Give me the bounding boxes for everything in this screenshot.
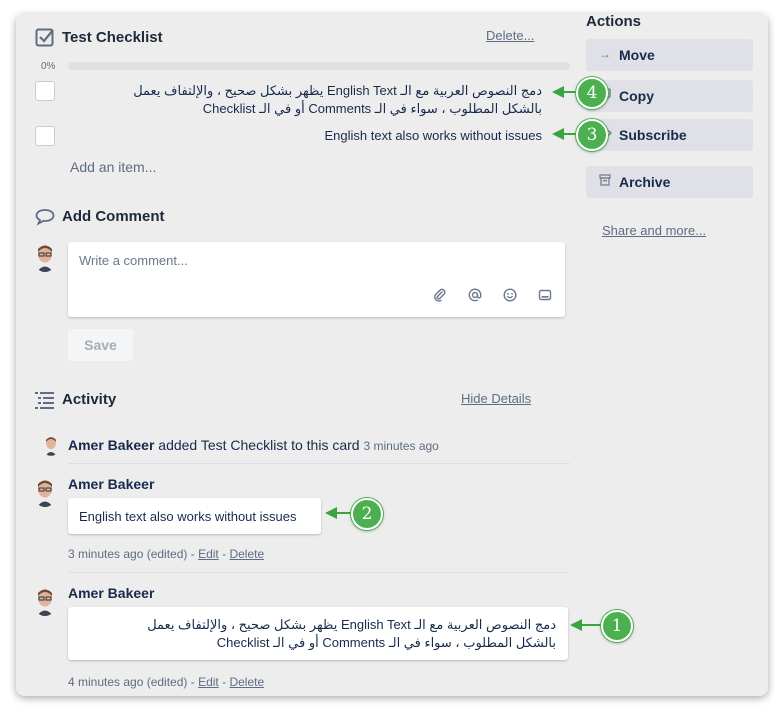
checklist-item-text-line: دمج النصوص العربية مع الـ English Text ي…: [133, 83, 542, 98]
comment-meta: 4 minutes ago (edited) - Edit - Delete: [68, 675, 265, 689]
share-and-more-link[interactable]: Share and more...: [602, 223, 706, 238]
comment-bubble: English text also works without issues: [68, 498, 321, 534]
comment-input[interactable]: Write a comment...: [68, 242, 565, 317]
callout-marker: 1: [601, 610, 633, 642]
checklist-item-checkbox[interactable]: [35, 81, 55, 101]
activity-author[interactable]: Amer Bakeer: [68, 437, 154, 453]
callout-marker: 3: [576, 119, 608, 151]
emoji-icon[interactable]: [502, 288, 518, 304]
edit-link[interactable]: Edit: [198, 675, 219, 689]
edit-link[interactable]: Edit: [198, 547, 219, 561]
activity-entry: Amer Bakeer added Test Checklist to this…: [68, 437, 439, 453]
checklist-item-text[interactable]: English text also works without issues: [200, 127, 542, 145]
mention-icon[interactable]: [467, 288, 483, 304]
checklist-icon: [35, 28, 54, 47]
comment-timestamp[interactable]: 4 minutes ago (edited): [68, 675, 187, 689]
callout-marker: 2: [351, 498, 383, 530]
copy-button-label: Copy: [619, 88, 654, 104]
comment-text: English text also works without issues: [79, 509, 297, 524]
comment-text-line: بالشكل المطلوب ، سواء في الـ Comments أو…: [216, 635, 556, 650]
checklist-progress-bar: [68, 62, 570, 70]
checklist-item-checkbox[interactable]: [35, 126, 55, 146]
move-button[interactable]: → Move: [586, 39, 753, 71]
activity-action: added Test Checklist to this card: [158, 437, 360, 453]
card-icon[interactable]: [537, 288, 553, 304]
activity-icon: [35, 392, 54, 409]
delete-link[interactable]: Delete: [229, 675, 264, 689]
comment-placeholder: Write a comment...: [79, 253, 188, 268]
copy-button[interactable]: Copy: [586, 80, 753, 112]
avatar: [35, 588, 55, 616]
checklist-delete-link[interactable]: Delete...: [486, 28, 534, 43]
activity-divider: [68, 572, 570, 573]
arrow-right-icon: →: [599, 47, 611, 61]
archive-button-label: Archive: [619, 174, 671, 190]
comment-timestamp[interactable]: 3 minutes ago (edited): [68, 547, 187, 561]
activity-time[interactable]: 3 minutes ago: [363, 439, 438, 453]
checklist-item-text-line: بالشكل المطلوب ، سواء في الـ Comments أو…: [202, 101, 542, 116]
activity-divider: [68, 463, 570, 464]
comment-icon: [35, 209, 55, 226]
comment-author[interactable]: Amer Bakeer: [68, 585, 154, 601]
paperclip-icon[interactable]: [432, 288, 448, 304]
comment-author[interactable]: Amer Bakeer: [68, 476, 154, 492]
avatar: [35, 479, 55, 507]
subscribe-button-label: Subscribe: [619, 127, 687, 143]
subscribe-button[interactable]: Subscribe: [586, 119, 753, 151]
comment-meta: 3 minutes ago (edited) - Edit - Delete: [68, 547, 265, 561]
comment-bubble: دمج النصوص العربية مع الـ English Text ي…: [68, 607, 568, 660]
archive-button[interactable]: Archive: [586, 166, 753, 198]
save-button[interactable]: Save: [68, 329, 133, 361]
actions-title: Actions: [586, 13, 642, 30]
move-button-label: Move: [619, 47, 655, 63]
archive-icon: [598, 174, 612, 188]
comment-text-line: دمج النصوص العربية مع الـ English Text ي…: [147, 617, 556, 632]
add-item-link[interactable]: Add an item...: [70, 159, 156, 175]
callout-marker: 4: [576, 77, 608, 109]
checklist-item-text[interactable]: دمج النصوص العربية مع الـ English Text ي…: [80, 82, 542, 118]
checklist-title: Test Checklist: [62, 29, 163, 46]
comment-text: دمج النصوص العربية مع الـ English Text ي…: [78, 616, 556, 652]
delete-link[interactable]: Delete: [229, 547, 264, 561]
progress-percent: 0%: [41, 61, 56, 72]
avatar: [35, 244, 55, 272]
activity-title: Activity: [62, 391, 117, 408]
add-comment-title: Add Comment: [62, 208, 165, 225]
avatar: [44, 436, 58, 456]
hide-details-link[interactable]: Hide Details: [461, 391, 531, 406]
